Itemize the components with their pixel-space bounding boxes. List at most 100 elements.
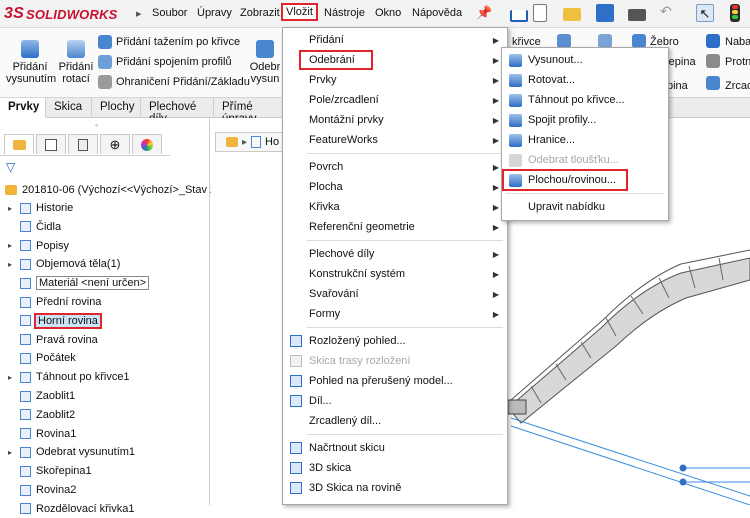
- tab-skica[interactable]: Skica: [46, 98, 92, 118]
- cut-submenu-item[interactable]: Plochou/rovinou...: [502, 169, 668, 191]
- insert-menu-item[interactable]: Svařování ▶: [283, 284, 507, 304]
- insert-menu-item[interactable]: Díl...: [283, 391, 507, 411]
- extruded-cut-button[interactable]: Odebr vysun: [248, 40, 282, 85]
- dimxpert-tab-icon[interactable]: ⊕: [100, 134, 130, 154]
- tree-item[interactable]: Zaoblit2: [8, 406, 75, 424]
- menu-okno[interactable]: Okno: [375, 7, 401, 19]
- insert-menu-item[interactable]: FeatureWorks ▶: [283, 130, 507, 150]
- tree-item[interactable]: Rovina2: [8, 481, 76, 499]
- ribbon-protn-label[interactable]: Protn: [725, 56, 750, 68]
- menu-vlozit[interactable]: Vložit: [281, 3, 318, 21]
- ribbon-intersect-icon[interactable]: [706, 54, 720, 68]
- sketch-point-icon[interactable]: [679, 478, 687, 486]
- property-manager-tab-icon[interactable]: [36, 134, 66, 154]
- new-document-icon[interactable]: [533, 4, 547, 22]
- ribbon-fillet-icon[interactable]: [557, 34, 571, 48]
- tree-item[interactable]: Počátek: [8, 349, 76, 367]
- ribbon-zrcad-label[interactable]: Zrcad: [725, 80, 750, 92]
- tree-root-part[interactable]: 201810-06 (Výchozí<<Výchozí>_Stav zo: [4, 181, 222, 199]
- insert-menu-item[interactable]: Referenční geometrie ▶: [283, 217, 507, 237]
- insert-menu-item[interactable]: Konstrukční systém ▶: [283, 264, 507, 284]
- insert-menu-item[interactable]: Načrtnout skicu: [283, 438, 507, 458]
- feature-tree-tab-icon[interactable]: [4, 134, 34, 154]
- revolved-boss-button[interactable]: Přidání rotací: [58, 40, 94, 85]
- open-folder-icon[interactable]: [563, 8, 581, 21]
- insert-menu-item[interactable]: Montážní prvky ▶: [283, 110, 507, 130]
- tree-item[interactable]: Čidla: [8, 218, 61, 236]
- ribbon-wrap-icon[interactable]: [706, 34, 720, 48]
- tab-plochy[interactable]: Plochy: [92, 98, 141, 118]
- lofted-boss-button[interactable]: Přidání spojením profilů: [98, 54, 232, 70]
- cut-submenu-item[interactable]: Hranice...: [502, 130, 668, 150]
- cut-submenu-item[interactable]: Rotovat...: [502, 70, 668, 90]
- insert-menu-item[interactable]: Pohled na přerušený model...: [283, 371, 507, 391]
- sketch-point-icon[interactable]: [679, 464, 687, 472]
- tree-item[interactable]: Horní rovina: [8, 312, 102, 330]
- ribbon-shell-label[interactable]: řepina: [665, 56, 696, 68]
- ribbon-nabal-label[interactable]: Nabal: [725, 36, 750, 48]
- insert-menu-item[interactable]: Plechové díly ▶: [283, 244, 507, 264]
- tab-plechove-dily[interactable]: Plechové díly: [141, 98, 214, 125]
- ribbon-pina-label[interactable]: pina: [667, 80, 688, 92]
- home-icon[interactable]: [510, 10, 528, 22]
- tree-item[interactable]: Skořepina1: [8, 462, 92, 480]
- swept-boss-button[interactable]: Přidání tažením po křivce: [98, 34, 240, 50]
- menu-collapse-icon[interactable]: ▸: [136, 7, 142, 20]
- menu-nastroje[interactable]: Nástroje: [324, 7, 365, 19]
- expand-arrow-icon[interactable]: ▸: [8, 373, 18, 382]
- insert-menu-item[interactable]: 3D skica: [283, 458, 507, 478]
- tree-item[interactable]: Materiál <není určen>: [8, 274, 150, 292]
- menu-soubor[interactable]: Soubor: [152, 7, 187, 19]
- insert-menu-item[interactable]: Rozložený pohled...: [283, 331, 507, 351]
- boundary-boss-button[interactable]: Ohraničení Přidání/Základu: [98, 74, 250, 90]
- filter-icon[interactable]: ▽: [6, 160, 15, 174]
- tab-prime-upravy[interactable]: Přímé úpravy: [214, 98, 288, 125]
- ribbon-rib-icon[interactable]: [632, 34, 646, 48]
- pin-icon[interactable]: 📌: [476, 5, 492, 21]
- insert-menu-item[interactable]: Formy ▶: [283, 304, 507, 324]
- insert-menu-item[interactable]: Prvky ▶: [283, 70, 507, 90]
- display-manager-tab-icon[interactable]: [132, 134, 162, 154]
- undo-icon[interactable]: ↶: [660, 3, 672, 21]
- expand-arrow-icon[interactable]: ▸: [8, 448, 18, 457]
- insert-menu-item[interactable]: Odebrání ▶: [283, 50, 507, 70]
- expand-arrow-icon[interactable]: ▸: [8, 260, 18, 269]
- tree-item[interactable]: Přední rovina: [8, 293, 101, 311]
- tree-item[interactable]: Rozdělovací křivka1: [8, 500, 134, 518]
- insert-menu-item[interactable]: Přidání ▶: [283, 30, 507, 50]
- expand-arrow-icon[interactable]: ▸: [8, 241, 18, 250]
- insert-menu-item[interactable]: Křivka ▶: [283, 197, 507, 217]
- breadcrumb[interactable]: ▸ Ho: [215, 132, 285, 152]
- panel-grip-icon[interactable]: ◦: [95, 120, 98, 130]
- menu-zobrazit[interactable]: Zobrazit: [240, 7, 280, 19]
- expand-arrow-icon[interactable]: ▸: [8, 204, 18, 213]
- cut-submenu-item[interactable]: Odebrat tloušťku...: [502, 150, 668, 170]
- extruded-boss-button[interactable]: Přidání vysunutím: [6, 40, 56, 85]
- cut-submenu-item[interactable]: Upravit nabídku: [502, 197, 668, 217]
- save-icon[interactable]: [596, 4, 614, 22]
- insert-menu-item[interactable]: Plocha ▶: [283, 177, 507, 197]
- tab-prvky[interactable]: Prvky: [0, 98, 46, 118]
- insert-menu-item[interactable]: 3D Skica na rovině: [283, 478, 507, 498]
- menu-upravy[interactable]: Úpravy: [197, 7, 232, 19]
- tree-item[interactable]: ▸ Táhnout po křivce1: [8, 368, 130, 386]
- traffic-light-icon[interactable]: [730, 4, 740, 22]
- tree-item[interactable]: ▸ Objemová těla(1): [8, 255, 120, 273]
- configuration-tab-icon[interactable]: [68, 134, 98, 154]
- cut-submenu-item[interactable]: Táhnout po křivce...: [502, 90, 668, 110]
- select-pointer-icon[interactable]: ↖: [696, 4, 714, 22]
- menu-napoveda[interactable]: Nápověda: [412, 7, 462, 19]
- tree-item[interactable]: ▸ Historie: [8, 199, 73, 217]
- tree-item[interactable]: ▸ Popisy: [8, 237, 69, 255]
- ribbon-mirror-icon[interactable]: [706, 76, 720, 90]
- print-icon[interactable]: [628, 9, 646, 21]
- tree-item[interactable]: Zaoblit1: [8, 387, 75, 405]
- insert-menu-item[interactable]: Zrcadlený díl...: [283, 411, 507, 431]
- tree-item[interactable]: Rovina1: [8, 425, 76, 443]
- cut-submenu-item[interactable]: Spojit profily...: [502, 110, 668, 130]
- insert-menu-item[interactable]: Skica trasy rozložení: [283, 351, 507, 371]
- insert-menu-item[interactable]: Povrch ▶: [283, 157, 507, 177]
- tree-item[interactable]: ▸ Odebrat vysunutím1: [8, 443, 135, 461]
- insert-menu-item[interactable]: Pole/zrcadlení ▶: [283, 90, 507, 110]
- ribbon-pattern-icon[interactable]: [598, 34, 612, 48]
